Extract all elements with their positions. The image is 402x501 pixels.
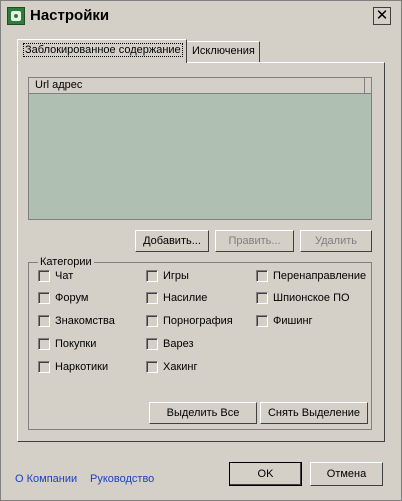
- checkbox[interactable]: [146, 338, 158, 350]
- category-label: Наркотики: [55, 361, 109, 373]
- url-column-header[interactable]: Url адрес: [29, 78, 365, 93]
- edit-button[interactable]: Править...: [215, 230, 294, 252]
- tab-blocked-content-label: Заблокированное содержание: [23, 43, 183, 57]
- category-label: Шпионское ПО: [273, 292, 350, 304]
- checkbox[interactable]: [38, 315, 50, 327]
- category-label: Варез: [163, 338, 194, 350]
- tab-exceptions-label: Исключения: [192, 45, 255, 57]
- checkbox[interactable]: [38, 361, 50, 373]
- category-label: Насилие: [163, 292, 208, 304]
- cancel-button[interactable]: Отмена: [310, 462, 383, 486]
- close-icon: ✕: [375, 7, 389, 24]
- manual-link[interactable]: Руководство: [90, 473, 154, 485]
- categories-label: Категории: [38, 256, 94, 268]
- checkbox[interactable]: [38, 292, 50, 304]
- category-label: Знакомства: [55, 315, 115, 327]
- app-icon: [7, 7, 25, 25]
- checkbox[interactable]: [146, 292, 158, 304]
- category-label: Хакинг: [163, 361, 198, 373]
- ok-button[interactable]: OK: [229, 462, 302, 486]
- tab-blocked-content[interactable]: Заблокированное содержание: [17, 39, 187, 63]
- checkbox[interactable]: [38, 270, 50, 282]
- checkbox[interactable]: [256, 270, 268, 282]
- category-label: Форум: [55, 292, 89, 304]
- window-title: Настройки: [30, 7, 110, 24]
- category-label: Порнография: [163, 315, 233, 327]
- url-list[interactable]: Url адрес: [28, 77, 372, 220]
- checkbox[interactable]: [256, 292, 268, 304]
- category-label: Фишинг: [273, 315, 313, 327]
- category-label: Чат: [55, 270, 74, 282]
- checkbox[interactable]: [38, 338, 50, 350]
- add-button[interactable]: Добавить...: [135, 230, 209, 252]
- settings-window: Настройки ✕ Заблокированное содержание И…: [0, 0, 402, 501]
- checkbox[interactable]: [256, 315, 268, 327]
- tab-exceptions[interactable]: Исключения: [186, 41, 260, 62]
- category-label: Перенаправление: [273, 270, 367, 282]
- checkbox[interactable]: [146, 361, 158, 373]
- list-header: Url адрес: [29, 78, 371, 94]
- category-label: Игры: [163, 270, 189, 282]
- checkbox[interactable]: [146, 315, 158, 327]
- category-label: Покупки: [55, 338, 97, 350]
- about-company-link[interactable]: О Компании: [15, 473, 77, 485]
- delete-button[interactable]: Удалить: [300, 230, 372, 252]
- select-all-button[interactable]: Выделить Все: [149, 402, 257, 424]
- deselect-all-button[interactable]: Снять Выделение: [260, 402, 368, 424]
- title-bar[interactable]: Настройки ✕: [1, 1, 401, 31]
- checkbox[interactable]: [146, 270, 158, 282]
- close-button[interactable]: ✕: [373, 7, 391, 25]
